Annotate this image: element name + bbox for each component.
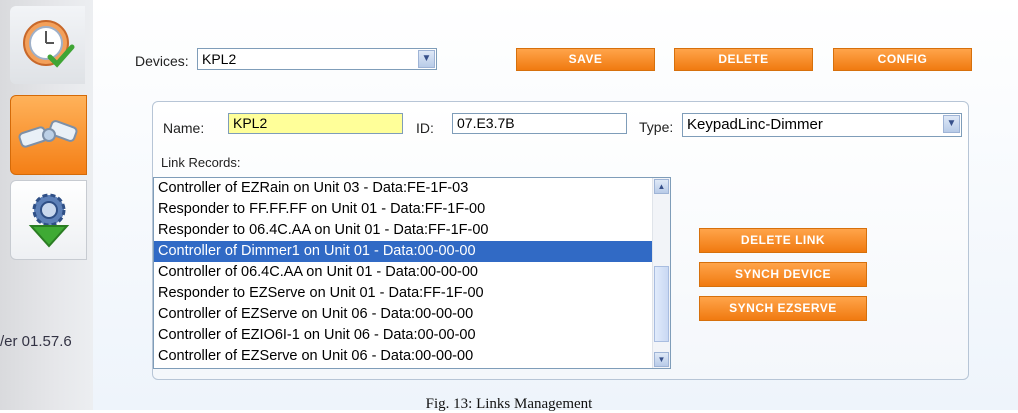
sidebar: /er 01.57.6 [0,0,93,410]
list-item[interactable]: Responder to FF.FF.FF on Unit 01 - Data:… [154,199,670,220]
list-item[interactable]: Controller of EZServe on Unit 06 - Data:… [154,346,670,367]
figure-caption: Fig. 13: Links Management [425,396,593,412]
link-records-list[interactable]: Controller of EZRain on Unit 03 - Data:F… [153,177,671,369]
gear-download-icon [28,193,69,248]
devices-select-value: KPL2 [202,51,237,67]
type-select[interactable]: KeypadLinc-Dimmer ▼ [682,113,962,137]
link-records-label: Link Records: [161,155,241,170]
links-nav-button[interactable] [10,95,87,175]
delete-link-button[interactable]: DELETE LINK [699,228,867,253]
scroll-thumb[interactable] [654,266,669,342]
id-label: ID: [416,120,434,136]
clock-check-icon [22,20,74,68]
name-field[interactable]: KPL2 [228,113,403,134]
config-button[interactable]: CONFIG [833,48,972,71]
list-item[interactable]: Responder to EZServe on Unit 01 - Data:F… [154,283,670,304]
link-records-items: Controller of EZRain on Unit 03 - Data:F… [154,178,670,367]
scroll-up-icon[interactable]: ▲ [654,179,669,194]
save-button[interactable]: SAVE [516,48,655,71]
list-scrollbar[interactable]: ▲ ▼ [652,178,670,368]
list-item[interactable]: Controller of 06.4C.AA on Unit 01 - Data… [154,262,670,283]
synch-ezserve-button[interactable]: SYNCH EZSERVE [699,296,867,321]
scroll-down-icon[interactable]: ▼ [654,352,669,367]
chevron-down-icon[interactable]: ▼ [418,50,435,68]
chevron-down-icon[interactable]: ▼ [943,115,960,133]
type-label: Type: [639,119,674,135]
settings-nav-button[interactable] [10,180,87,260]
devices-select[interactable]: KPL2 ▼ [197,48,437,70]
list-item[interactable]: Responder to 06.4C.AA on Unit 01 - Data:… [154,220,670,241]
list-item[interactable]: Controller of EZRain on Unit 03 - Data:F… [154,178,670,199]
list-item[interactable]: Controller of Dimmer1 on Unit 01 - Data:… [154,241,670,262]
list-item[interactable]: Controller of EZServe on Unit 06 - Data:… [154,304,670,325]
delete-button[interactable]: DELETE [674,48,813,71]
list-item[interactable]: Controller of EZIO6I-1 on Unit 06 - Data… [154,325,670,346]
type-select-value: KeypadLinc-Dimmer [687,116,823,133]
synch-device-button[interactable]: SYNCH DEVICE [699,262,867,287]
name-label: Name: [163,120,205,136]
link-connector-icon [18,120,77,148]
version-label: /er 01.57.6 [0,333,72,350]
schedule-nav-button[interactable] [10,6,85,84]
devices-label: Devices: [135,53,189,69]
id-field[interactable]: 07.E3.7B [452,113,627,134]
